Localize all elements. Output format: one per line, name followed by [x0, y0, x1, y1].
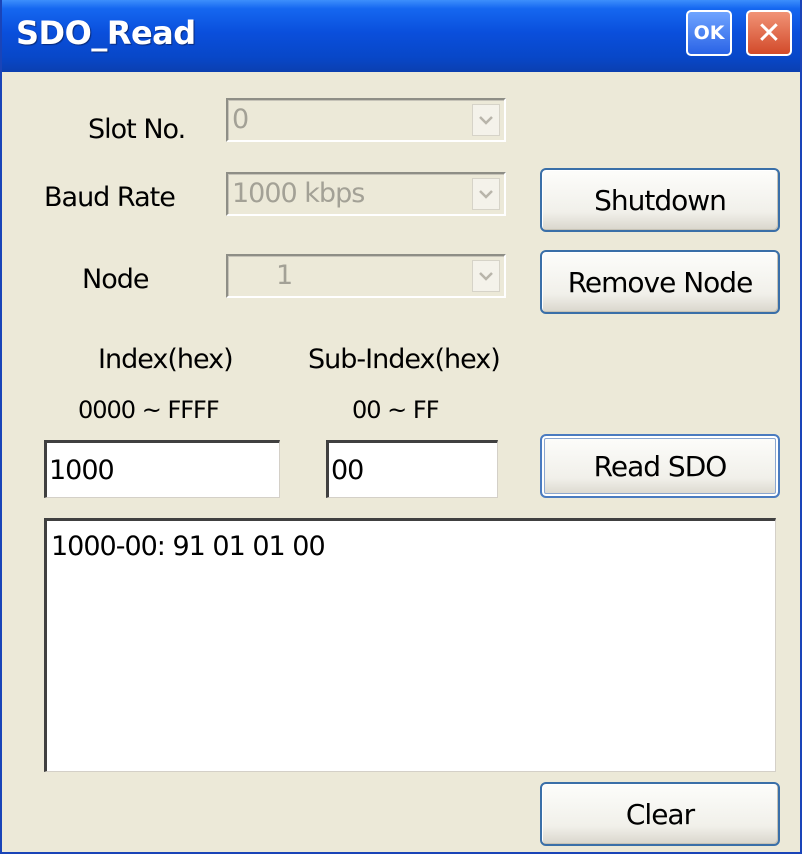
chevron-down-icon[interactable] — [472, 178, 500, 210]
read-sdo-button[interactable]: Read SDO — [540, 434, 780, 498]
baud-rate-select[interactable]: 1000 kbps — [226, 172, 506, 216]
output-line: 1000-00: 91 01 01 00 — [51, 531, 326, 562]
index-input[interactable] — [44, 440, 280, 498]
title-bar[interactable]: SDO_Read OK ✕ — [2, 0, 800, 72]
clear-button[interactable]: Clear — [540, 782, 780, 846]
subindex-range: 00 ~ FF — [352, 396, 440, 424]
baud-rate-value: 1000 kbps — [232, 178, 365, 209]
subindex-label: Sub-Index(hex) — [308, 344, 501, 375]
ok-button[interactable]: OK — [686, 10, 732, 56]
shutdown-button[interactable]: Shutdown — [540, 168, 780, 232]
index-label: Index(hex) — [98, 344, 234, 375]
node-label: Node — [82, 264, 149, 295]
remove-node-button[interactable]: Remove Node — [540, 250, 780, 314]
window-title: SDO_Read — [16, 14, 196, 52]
chevron-down-icon[interactable] — [472, 260, 500, 292]
node-value: 1 — [276, 260, 293, 291]
close-button[interactable]: ✕ — [746, 10, 792, 56]
output-textarea[interactable]: 1000-00: 91 01 01 00 — [44, 518, 776, 772]
slot-select[interactable]: 0 — [226, 98, 506, 142]
slot-value: 0 — [232, 104, 249, 135]
sdo-read-window: SDO_Read OK ✕ Slot No. 0 Baud Rate 1000 … — [0, 0, 802, 854]
index-range: 0000 ~ FFFF — [78, 396, 220, 424]
baud-rate-label: Baud Rate — [44, 182, 176, 213]
chevron-down-icon[interactable] — [472, 104, 500, 136]
slot-label: Slot No. — [88, 114, 186, 145]
node-select[interactable]: 1 — [226, 254, 506, 298]
close-icon: ✕ — [756, 15, 782, 51]
subindex-input[interactable] — [326, 440, 498, 498]
